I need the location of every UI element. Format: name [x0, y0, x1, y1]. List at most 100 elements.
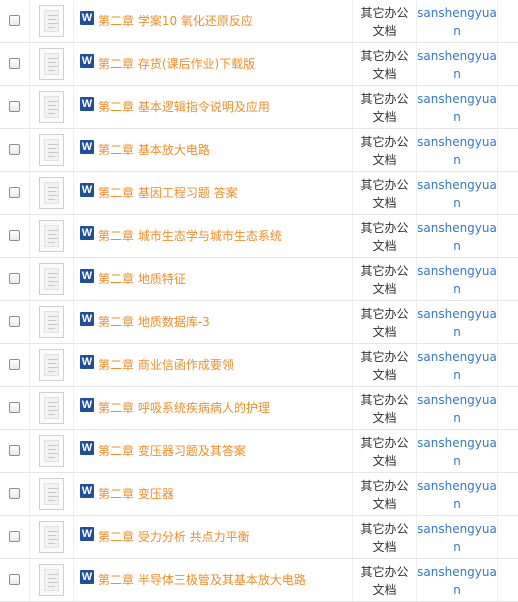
uploader-link[interactable]: sanshengyua n	[417, 563, 497, 599]
thumbnail-cell	[30, 215, 74, 257]
thumbnail-cell	[30, 301, 74, 343]
uploader-link[interactable]: sanshengyua n	[417, 4, 497, 40]
category-line2: 文档	[372, 110, 397, 124]
document-thumbnail-icon[interactable]	[39, 392, 64, 424]
category-line1: 其它办公	[360, 522, 409, 536]
word-icon: W	[80, 11, 94, 25]
uploader-link[interactable]: sanshengyua n	[417, 434, 497, 470]
uploader-line1: sanshengyua	[417, 436, 497, 450]
word-icon: W	[80, 570, 94, 584]
document-title-link[interactable]: 第二章 基本放大电路	[98, 141, 210, 158]
row-checkbox[interactable]	[9, 273, 20, 284]
table-row: W 第二章 基本放大电路 其它办公 文档 sanshengyua n	[0, 129, 518, 172]
uploader-link[interactable]: sanshengyua n	[417, 219, 497, 255]
category-line1: 其它办公	[360, 178, 409, 192]
table-row: W 第二章 变压器 其它办公 文档 sanshengyua n	[0, 473, 518, 516]
row-checkbox[interactable]	[9, 402, 20, 413]
document-thumbnail-icon[interactable]	[39, 48, 64, 80]
document-thumbnail-icon[interactable]	[39, 478, 64, 510]
row-checkbox[interactable]	[9, 15, 20, 26]
document-thumbnail-icon[interactable]	[39, 435, 64, 467]
document-title-link[interactable]: 第二章 变压器习题及其答案	[98, 442, 246, 459]
row-checkbox[interactable]	[9, 445, 20, 456]
category-cell: 其它办公 文档	[353, 0, 417, 42]
document-thumbnail-icon[interactable]	[39, 521, 64, 553]
document-thumbnail-icon[interactable]	[39, 91, 64, 123]
category-line1: 其它办公	[360, 6, 409, 20]
document-thumbnail-icon[interactable]	[39, 306, 64, 338]
document-thumbnail-icon[interactable]	[39, 349, 64, 381]
document-title-link[interactable]: 第二章 地质数据库-3	[98, 313, 210, 330]
row-checkbox[interactable]	[9, 531, 20, 542]
uploader-link[interactable]: sanshengyua n	[417, 47, 497, 83]
uploader-line2: n	[453, 540, 461, 554]
table-row: W 第二章 地质数据库-3 其它办公 文档 sanshengyua n	[0, 301, 518, 344]
row-checkbox[interactable]	[9, 230, 20, 241]
select-cell	[0, 43, 30, 85]
document-title-link[interactable]: 第二章 基本逻辑指令说明及应用	[98, 98, 270, 115]
uploader-link[interactable]: sanshengyua n	[417, 477, 497, 513]
document-thumbnail-icon[interactable]	[39, 220, 64, 252]
row-checkbox[interactable]	[9, 101, 20, 112]
document-thumbnail-icon[interactable]	[39, 564, 64, 596]
table-row: W 第二章 城市生态学与城市生态系统 其它办公 文档 sanshengyua n	[0, 215, 518, 258]
category-cell: 其它办公 文档	[353, 215, 417, 257]
thumbnail-cell	[30, 43, 74, 85]
document-title-link[interactable]: 第二章 受力分析 共点力平衡	[98, 528, 250, 545]
category-cell: 其它办公 文档	[353, 387, 417, 429]
document-thumbnail-icon[interactable]	[39, 177, 64, 209]
uploader-cell: sanshengyua n	[417, 516, 498, 558]
thumbnail-cell	[30, 344, 74, 386]
uploader-link[interactable]: sanshengyua n	[417, 348, 497, 384]
category-cell: 其它办公 文档	[353, 172, 417, 214]
select-cell	[0, 559, 30, 601]
word-icon: W	[80, 355, 94, 369]
document-thumbnail-icon[interactable]	[39, 263, 64, 295]
category-cell: 其它办公 文档	[353, 516, 417, 558]
category-cell: 其它办公 文档	[353, 344, 417, 386]
uploader-cell: sanshengyua n	[417, 387, 498, 429]
trailing-cell	[498, 172, 518, 214]
category-line1: 其它办公	[360, 49, 409, 63]
uploader-link[interactable]: sanshengyua n	[417, 305, 497, 341]
document-thumbnail-icon[interactable]	[39, 5, 64, 37]
document-title-link[interactable]: 第二章 学案10 氧化还原反应	[98, 12, 253, 29]
uploader-link[interactable]: sanshengyua n	[417, 133, 497, 169]
select-cell	[0, 301, 30, 343]
document-title-link[interactable]: 第二章 城市生态学与城市生态系统	[98, 227, 282, 244]
select-cell	[0, 473, 30, 515]
category-cell: 其它办公 文档	[353, 559, 417, 601]
row-checkbox[interactable]	[9, 359, 20, 370]
trailing-cell	[498, 516, 518, 558]
document-title-link[interactable]: 第二章 存货(课后作业)下载版	[98, 55, 255, 72]
uploader-link[interactable]: sanshengyua n	[417, 262, 497, 298]
uploader-link[interactable]: sanshengyua n	[417, 391, 497, 427]
uploader-link[interactable]: sanshengyua n	[417, 176, 497, 212]
document-title-link[interactable]: 第二章 基因工程习题 答案	[98, 184, 238, 201]
table-row: W 第二章 呼吸系统疾病病人的护理 其它办公 文档 sanshengyua n	[0, 387, 518, 430]
uploader-cell: sanshengyua n	[417, 215, 498, 257]
category-label: 其它办公 文档	[353, 391, 416, 427]
document-title-link[interactable]: 第二章 半导体三极管及其基本放大电路	[98, 571, 306, 588]
row-checkbox[interactable]	[9, 144, 20, 155]
row-checkbox[interactable]	[9, 316, 20, 327]
category-label: 其它办公 文档	[353, 219, 416, 255]
row-checkbox[interactable]	[9, 488, 20, 499]
uploader-link[interactable]: sanshengyua n	[417, 90, 497, 126]
word-icon: W	[80, 527, 94, 541]
row-checkbox[interactable]	[9, 187, 20, 198]
document-title-link[interactable]: 第二章 商业信函作成要领	[98, 356, 234, 373]
uploader-line1: sanshengyua	[417, 522, 497, 536]
select-cell	[0, 0, 30, 42]
document-title-link[interactable]: 第二章 地质特征	[98, 270, 186, 287]
uploader-line1: sanshengyua	[417, 178, 497, 192]
uploader-link[interactable]: sanshengyua n	[417, 520, 497, 556]
category-label: 其它办公 文档	[353, 262, 416, 298]
title-cell: W 第二章 受力分析 共点力平衡	[74, 516, 353, 558]
document-title-link[interactable]: 第二章 呼吸系统疾病病人的护理	[98, 399, 270, 416]
document-thumbnail-icon[interactable]	[39, 134, 64, 166]
document-title-link[interactable]: 第二章 变压器	[98, 485, 174, 502]
uploader-line2: n	[453, 239, 461, 253]
row-checkbox[interactable]	[9, 574, 20, 585]
row-checkbox[interactable]	[9, 58, 20, 69]
